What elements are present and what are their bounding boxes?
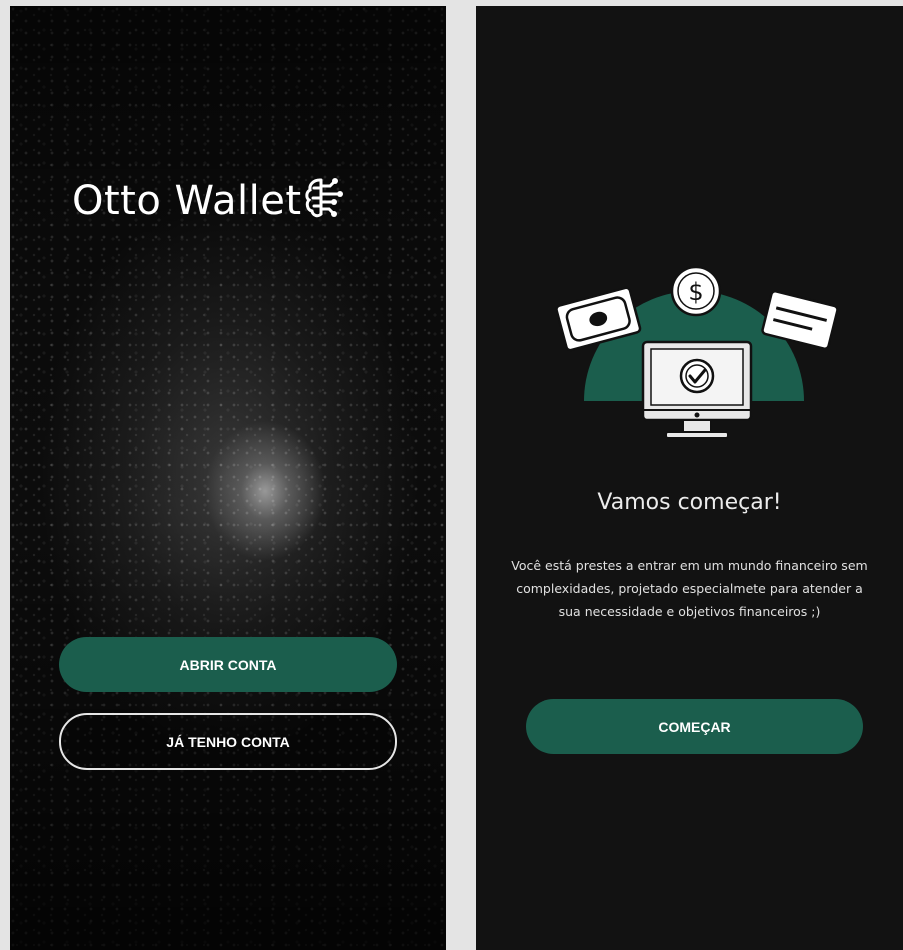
- svg-text:$: $: [688, 278, 703, 306]
- have-account-label: JÁ TENHO CONTA: [166, 733, 290, 750]
- start-label: COMEÇAR: [658, 718, 731, 735]
- monitor-check-icon: [641, 340, 753, 439]
- have-account-button[interactable]: JÁ TENHO CONTA: [59, 713, 397, 770]
- open-account-button[interactable]: ABRIR CONTA: [59, 637, 397, 692]
- dollar-coin-icon: $: [670, 265, 722, 317]
- start-button[interactable]: COMEÇAR: [526, 699, 863, 754]
- onboarding-description: Você está prestes a entrar em um mundo f…: [511, 558, 868, 619]
- circuit-brain-icon: [304, 176, 344, 225]
- onboarding-title: Vamos começar!: [597, 490, 782, 515]
- brand-logo: Otto Wallet: [72, 176, 344, 225]
- welcome-screen: Otto Wallet ABRIR CONTA JÁ TENHO CONTA: [10, 6, 446, 950]
- finance-illustration: $: [550, 236, 840, 466]
- brand-name: Otto Wallet: [72, 177, 302, 224]
- onboarding-screen: $ Vamos começar! Você está prestes a ent…: [476, 6, 903, 950]
- open-account-label: ABRIR CONTA: [179, 656, 277, 673]
